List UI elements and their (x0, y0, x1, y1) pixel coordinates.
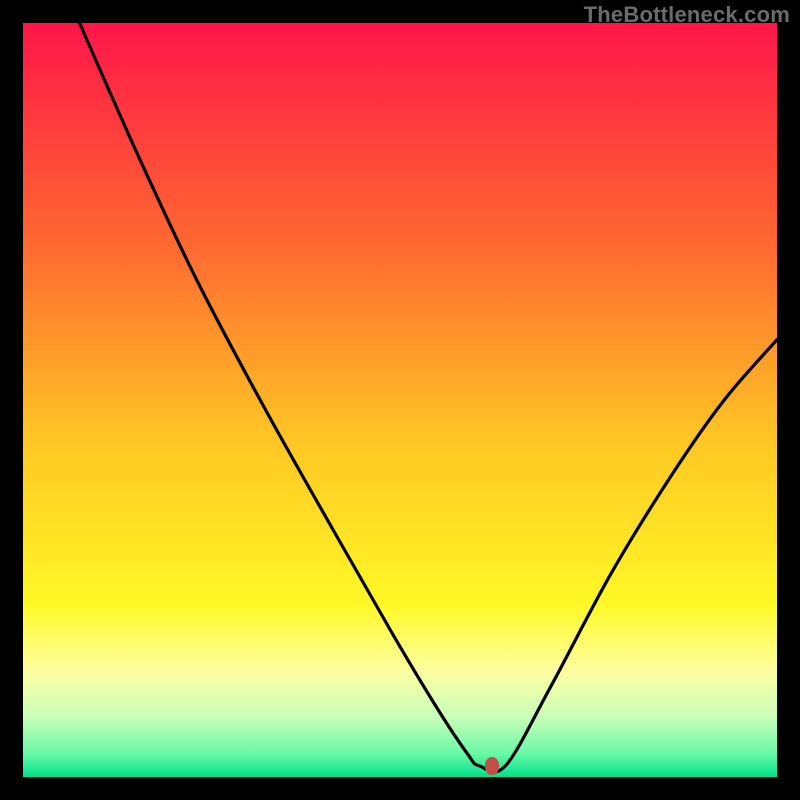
chart-stage: TheBottleneck.com (0, 0, 800, 800)
bottleneck-curve (23, 23, 777, 777)
curve-path (80, 23, 777, 772)
watermark-text: TheBottleneck.com (584, 2, 790, 28)
optimal-point-marker (485, 757, 499, 775)
plot-area (23, 23, 777, 777)
